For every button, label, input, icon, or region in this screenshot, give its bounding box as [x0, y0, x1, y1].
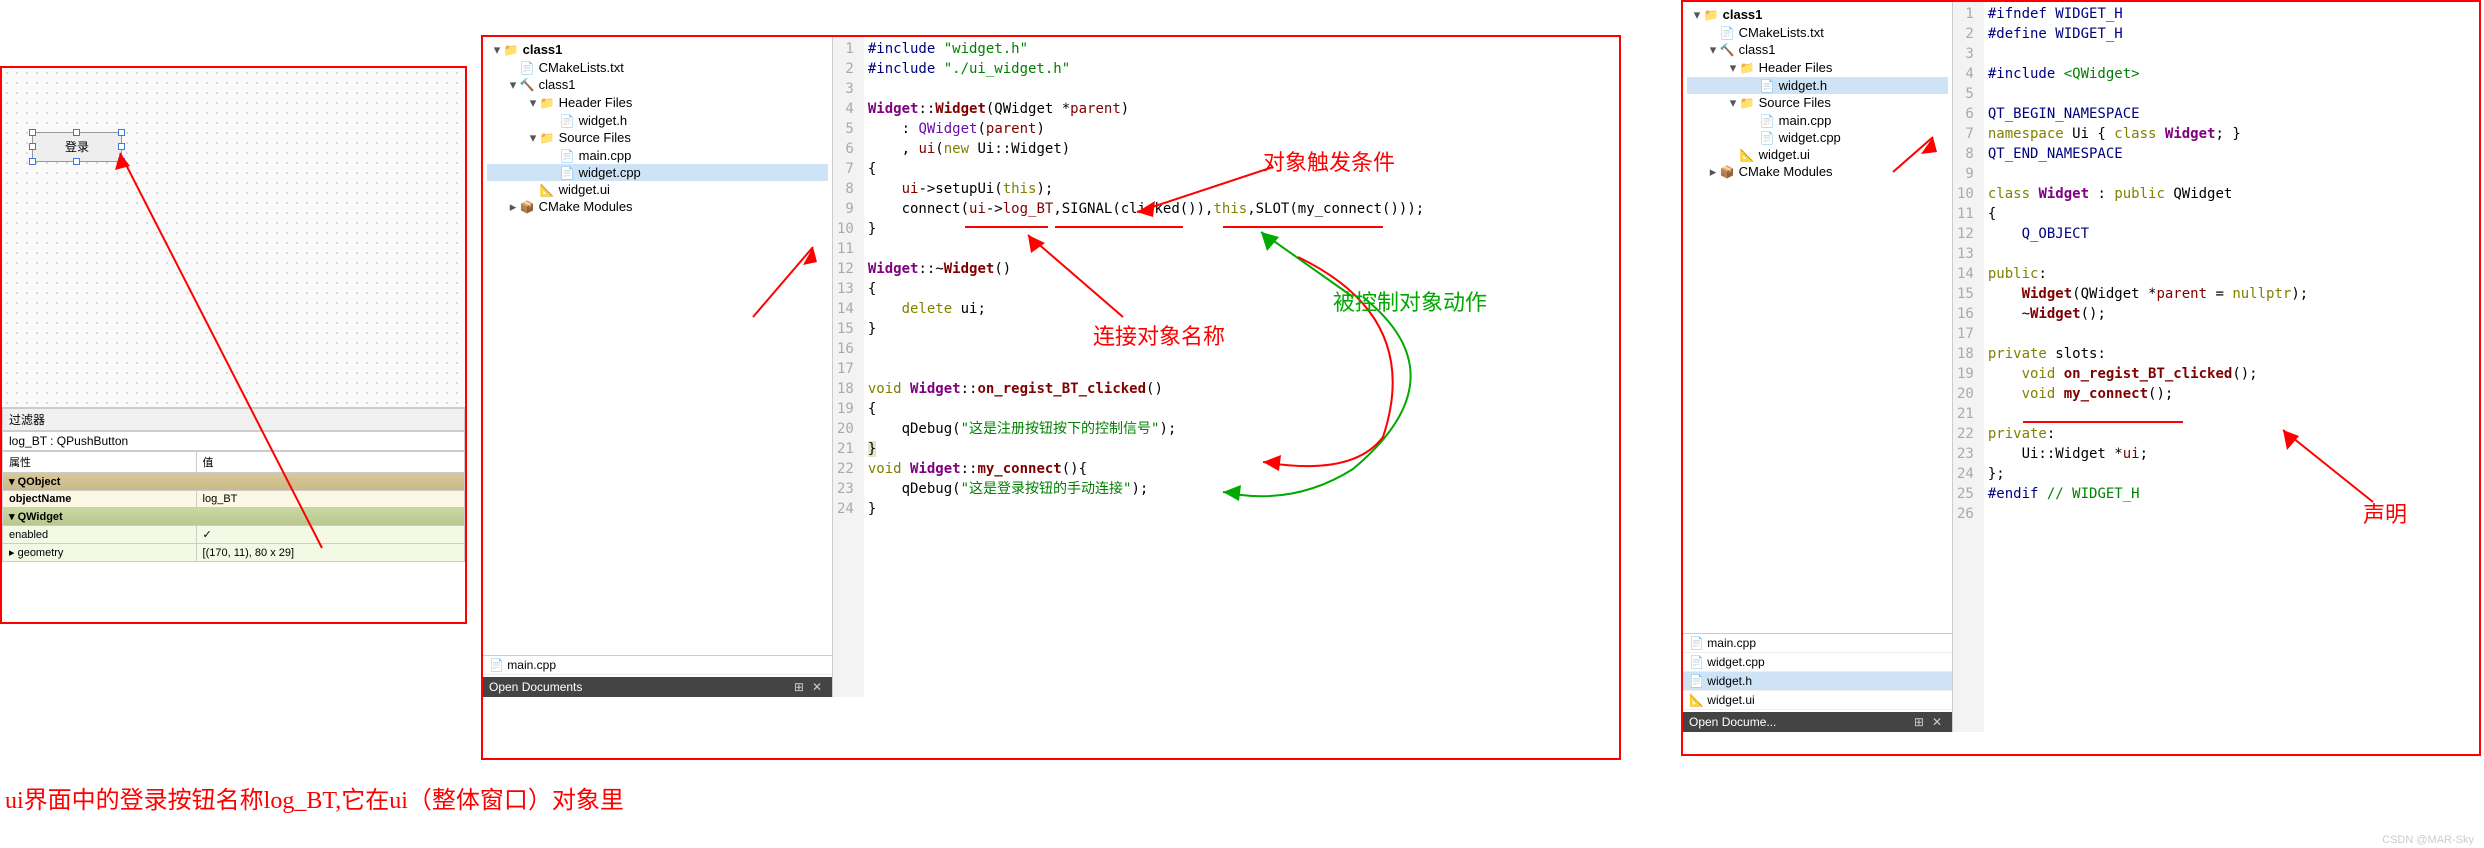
prop-geometry-label[interactable]: ▸ geometry — [3, 544, 197, 562]
col-value: 值 — [196, 452, 464, 473]
watermark: CSDN @MAR-Sky — [2382, 834, 2474, 846]
resize-handle[interactable] — [118, 158, 125, 165]
tree-cmake-modules[interactable]: ▸📦 CMake Modules — [487, 198, 828, 216]
code-editor-cpp[interactable]: 1 2 3 4 5 6 7 8 9 10 11 12 13 14 15 16 1… — [833, 37, 1619, 697]
line-gutter-h: 1 2 3 4 5 6 7 8 9 10 11 12 13 14 15 16 1… — [1953, 2, 1984, 732]
resize-handle[interactable] — [118, 143, 125, 150]
login-button[interactable]: 登录 — [32, 132, 122, 162]
prop-objectname-value[interactable]: log_BT — [196, 491, 464, 508]
prop-geometry-value[interactable]: [(170, 11), 80 x 29] — [196, 544, 464, 562]
project-tree[interactable]: ▾📁 class1 📄 CMakeLists.txt ▾🔨 class1 ▾📁 … — [483, 37, 833, 697]
code-editor-h[interactable]: 1 2 3 4 5 6 7 8 9 10 11 12 13 14 15 16 1… — [1953, 2, 2479, 732]
tree-widget-ui-3[interactable]: 📐 widget.ui — [1687, 146, 1948, 163]
open-documents-label-3: Open Docume... — [1689, 715, 1776, 729]
prop-objectname-label: objectName — [3, 491, 197, 508]
split-icon[interactable]: ⊞ — [1910, 715, 1928, 729]
col-property: 属性 — [3, 452, 197, 473]
project-tree-3[interactable]: ▾📁 class1 📄 CMakeLists.txt ▾🔨 class1 ▾📁 … — [1683, 2, 1953, 732]
login-button-label: 登录 — [65, 140, 89, 154]
tree-header-files-3[interactable]: ▾📁 Header Files — [1687, 59, 1948, 77]
tree-widget-ui[interactable]: 📐 widget.ui — [487, 181, 828, 198]
designer-panel: 登录 过滤器 log_BT : QPushButton 属性值 ▾ QObjec… — [0, 66, 467, 624]
prop-enabled-value[interactable]: ✓ — [196, 526, 464, 544]
section-qwidget[interactable]: ▾ QWidget — [3, 508, 465, 526]
tree-subproject-3[interactable]: ▾🔨 class1 — [1687, 41, 1948, 59]
tree-source-files-3[interactable]: ▾📁 Source Files — [1687, 94, 1948, 112]
tree-widget-h-3[interactable]: 📄 widget.h — [1687, 77, 1948, 94]
tree-cmake-modules-3[interactable]: ▸📦 CMake Modules — [1687, 163, 1948, 181]
resize-handle[interactable] — [118, 129, 125, 136]
resize-handle[interactable] — [29, 129, 36, 136]
open-documents-label: Open Documents — [489, 680, 582, 694]
tree-cmakelists[interactable]: 📄 CMakeLists.txt — [487, 59, 828, 76]
tree-header-files[interactable]: ▾📁 Header Files — [487, 94, 828, 112]
design-canvas[interactable]: 登录 — [2, 68, 465, 408]
tree-main-cpp-3[interactable]: 📄 main.cpp — [1687, 112, 1948, 129]
prop-enabled-label: enabled — [3, 526, 197, 544]
tree-widget-cpp[interactable]: 📄 widget.cpp — [487, 164, 828, 181]
open-documents-list: 📄 main.cpp — [483, 655, 832, 675]
section-qobject[interactable]: ▾ QObject — [3, 473, 465, 491]
doc-widget-cpp-3[interactable]: 📄 widget.cpp — [1683, 653, 1952, 672]
tree-source-files[interactable]: ▾📁 Source Files — [487, 129, 828, 147]
doc-main-cpp-3[interactable]: 📄 main.cpp — [1683, 634, 1952, 653]
tree-cmakelists-3[interactable]: 📄 CMakeLists.txt — [1687, 24, 1948, 41]
caption-text: ui界面中的登录按钮名称log_BT,它在ui（整体窗口）对象里 — [5, 780, 624, 815]
close-icon[interactable]: ✕ — [1928, 715, 1946, 729]
line-gutter: 1 2 3 4 5 6 7 8 9 10 11 12 13 14 15 16 1… — [833, 37, 864, 697]
tree-widget-cpp-3[interactable]: 📄 widget.cpp — [1687, 129, 1948, 146]
resize-handle[interactable] — [73, 129, 80, 136]
source-panel-h: ▾📁 class1 📄 CMakeLists.txt ▾🔨 class1 ▾📁 … — [1681, 0, 2481, 756]
close-icon[interactable]: ✕ — [808, 680, 826, 694]
doc-main-cpp[interactable]: 📄 main.cpp — [483, 656, 832, 675]
resize-handle[interactable] — [29, 143, 36, 150]
filter-label: 过滤器 — [2, 408, 465, 431]
tree-root[interactable]: ▾📁 class1 — [487, 41, 828, 59]
split-icon[interactable]: ⊞ — [790, 680, 808, 694]
tree-widget-h[interactable]: 📄 widget.h — [487, 112, 828, 129]
object-type-line[interactable]: log_BT : QPushButton — [2, 431, 465, 451]
code-text[interactable]: #include "widget.h" #include "./ui_widge… — [864, 37, 1619, 697]
property-table: 属性值 ▾ QObject objectNamelog_BT ▾ QWidget… — [2, 451, 465, 562]
resize-handle[interactable] — [29, 158, 36, 165]
tree-root-3[interactable]: ▾📁 class1 — [1687, 6, 1948, 24]
tree-main-cpp[interactable]: 📄 main.cpp — [487, 147, 828, 164]
doc-widget-ui-3[interactable]: 📐 widget.ui — [1683, 691, 1952, 710]
code-text-h[interactable]: #ifndef WIDGET_H #define WIDGET_H #inclu… — [1984, 2, 2479, 732]
source-panel-cpp: ▾📁 class1 📄 CMakeLists.txt ▾🔨 class1 ▾📁 … — [481, 35, 1621, 760]
resize-handle[interactable] — [73, 158, 80, 165]
tree-subproject[interactable]: ▾🔨 class1 — [487, 76, 828, 94]
doc-widget-h-3[interactable]: 📄 widget.h — [1683, 672, 1952, 691]
open-documents-bar: Open Documents ⊞ ✕ — [483, 677, 832, 697]
open-documents-bar-3: Open Docume... ⊞ ✕ — [1683, 712, 1952, 732]
open-documents-list-3: 📄 main.cpp 📄 widget.cpp 📄 widget.h 📐 wid… — [1683, 633, 1952, 710]
